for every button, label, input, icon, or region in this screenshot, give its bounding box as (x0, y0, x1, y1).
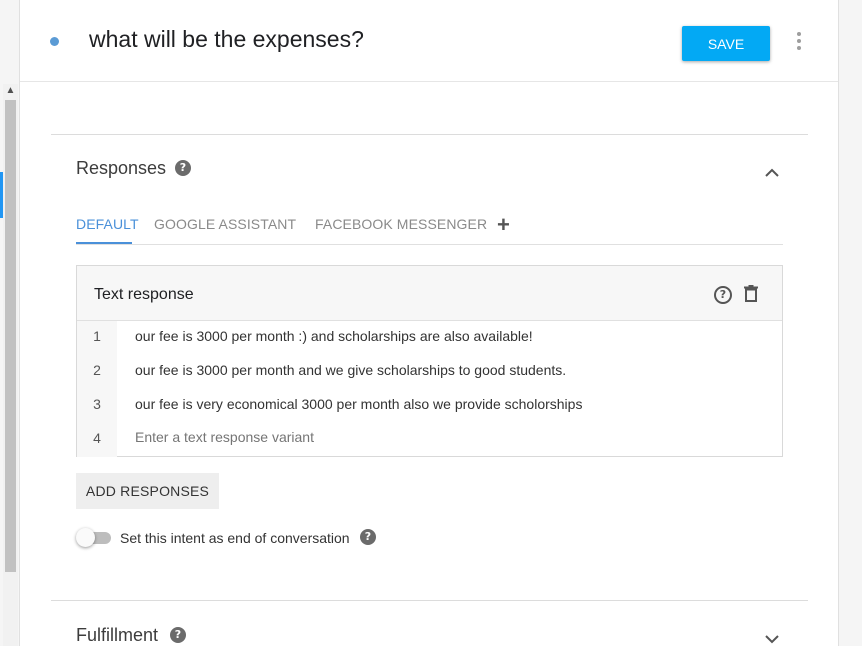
active-tab-indicator (76, 242, 132, 244)
chevron-down-icon[interactable] (765, 632, 779, 646)
response-variant-text[interactable]: our fee is 3000 per month :) and scholar… (135, 328, 533, 344)
text-response-title: Text response (94, 286, 194, 303)
section-divider (51, 600, 808, 601)
intent-status-dot (50, 37, 59, 46)
text-response-card: Text response ? 1 our fee is 3000 per mo… (76, 265, 783, 457)
row-number: 1 (93, 328, 101, 344)
right-panel-edge (838, 0, 862, 646)
save-button[interactable]: SAVE (682, 26, 770, 61)
add-responses-button[interactable]: ADD RESPONSES (76, 473, 219, 509)
intent-name-title[interactable]: what will be the expenses? (89, 26, 364, 53)
intent-header: what will be the expenses? SAVE (20, 0, 838, 82)
chevron-up-icon[interactable] (765, 166, 779, 180)
responses-section-title: Responses (76, 158, 167, 178)
tab-google-assistant[interactable]: GOOGLE ASSISTANT (154, 216, 296, 232)
response-variant-text[interactable]: our fee is very economical 3000 per mont… (135, 396, 582, 412)
text-response-header: Text response ? (77, 266, 782, 321)
tabs-divider (76, 244, 783, 245)
row-number: 2 (93, 362, 101, 378)
fulfillment-section-title: Fulfillment (76, 625, 159, 645)
help-icon[interactable]: ? (175, 160, 191, 176)
end-conversation-label: Set this intent as end of conversation (120, 530, 350, 546)
more-options-icon[interactable] (796, 32, 802, 52)
scroll-thumb[interactable] (5, 100, 16, 572)
trash-icon[interactable] (744, 285, 758, 302)
toggle-knob[interactable] (76, 528, 95, 547)
section-divider (51, 134, 808, 135)
help-circle-icon[interactable]: ? (714, 286, 732, 304)
tab-default[interactable]: DEFAULT (76, 216, 139, 232)
add-tab-icon[interactable]: + (497, 212, 510, 238)
help-icon[interactable]: ? (360, 529, 376, 545)
response-variant-text[interactable]: our fee is 3000 per month and we give sc… (135, 362, 566, 378)
scroll-up-arrow-icon[interactable]: ▲ (3, 84, 18, 98)
tab-facebook-messenger[interactable]: FACEBOOK MESSENGER (315, 216, 487, 232)
row-number: 3 (93, 396, 101, 412)
help-icon[interactable]: ? (170, 627, 186, 643)
response-variant-input[interactable] (135, 429, 735, 445)
row-number: 4 (93, 430, 101, 446)
scrollbar[interactable]: ▲ (3, 84, 18, 646)
